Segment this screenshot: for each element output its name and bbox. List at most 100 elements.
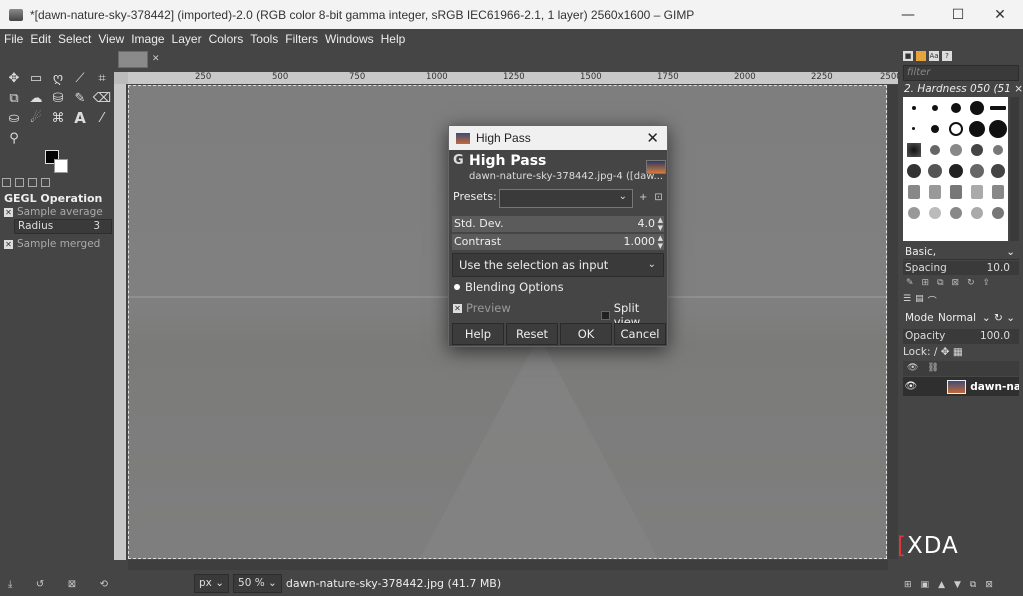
menu-colors[interactable]: Colors [209, 32, 244, 46]
images-tab-icon[interactable] [41, 178, 50, 187]
brush-grid[interactable] [903, 97, 1008, 241]
brush-filter-input[interactable]: filter [903, 65, 1019, 81]
input-source-select[interactable]: Use the selection as input ⌄ [452, 253, 664, 277]
menu-edit[interactable]: Edit [30, 32, 51, 46]
new-layer-icon[interactable]: ⊞ [904, 580, 912, 590]
menu-file[interactable]: File [4, 32, 23, 46]
new-brush-icon[interactable]: ⊞ [922, 278, 930, 288]
reset-button[interactable]: Reset [506, 323, 558, 345]
zoom-tool-icon[interactable]: ⚲ [3, 128, 25, 148]
dialog-titlebar[interactable]: High Pass ✕ [449, 126, 667, 150]
device-status-tab-icon[interactable] [15, 178, 24, 187]
zoom-select[interactable]: 50 % ⌄ [233, 574, 282, 593]
fg-bg-colors[interactable] [45, 150, 71, 176]
opacity-field[interactable]: Opacity 100.0 [903, 329, 1019, 344]
lock-alpha-icon[interactable]: ▦ [953, 346, 963, 358]
refresh-brush-icon[interactable]: ↻ [967, 278, 975, 288]
path-tool-icon[interactable]: ⌘ [47, 108, 69, 128]
help-icon[interactable]: ? [942, 51, 952, 61]
restore-icon[interactable]: ↺ [36, 579, 44, 590]
cancel-button[interactable]: Cancel [614, 323, 666, 345]
delete-brush-icon[interactable]: ⊠ [952, 278, 960, 288]
layers-tab-icon[interactable]: ☰ [903, 294, 911, 307]
eraser-tool-icon[interactable]: ⌫ [91, 88, 113, 108]
brushes-tab-icon[interactable]: ■ [903, 51, 913, 61]
preset-menu-icon[interactable]: ⊡ [654, 192, 662, 203]
contrast-spin[interactable]: Contrast 1.000 ▲ ▼ [452, 234, 664, 250]
preview-checkbox[interactable]: ✕ Preview [453, 301, 511, 315]
presets-select[interactable]: ⌄ [499, 189, 633, 208]
channels-tab-icon[interactable]: ▤ [915, 294, 924, 307]
move-tool-icon[interactable]: ✥ [3, 68, 25, 88]
layer-mode-select[interactable]: Mode Normal ⌄ ↻ ⌄ [903, 309, 1019, 327]
duplicate-layer-icon[interactable]: ⧉ [970, 580, 976, 590]
checkbox-icon[interactable] [601, 310, 610, 320]
sample-merged-option[interactable]: ✕ Sample merged [4, 238, 100, 250]
help-button[interactable]: Help [452, 323, 504, 345]
warp-tool-icon[interactable]: ☁ [25, 88, 47, 108]
menu-layer[interactable]: Layer [172, 32, 202, 46]
clone-tool-icon[interactable]: ⛀ [3, 108, 25, 128]
checkbox-icon[interactable]: ✕ [4, 207, 13, 217]
edit-brush-icon[interactable]: ✎ [906, 278, 914, 288]
lock-position-icon[interactable]: ✥ [941, 346, 950, 358]
brush-scrollbar[interactable] [1010, 97, 1019, 241]
spin-arrows-icon[interactable]: ▲ ▼ [658, 234, 663, 250]
ok-button[interactable]: OK [560, 323, 612, 345]
transform-tool-icon[interactable]: ⧉ [3, 88, 25, 108]
raise-layer-icon[interactable]: ▲ [938, 580, 945, 590]
image-tab-close-icon[interactable]: ✕ [152, 54, 160, 64]
free-select-tool-icon[interactable]: ღ [47, 68, 69, 88]
undo-history-tab-icon[interactable] [28, 178, 37, 187]
menu-select[interactable]: Select [58, 32, 91, 46]
sample-average-option[interactable]: ✕ Sample average [4, 206, 103, 218]
menu-image[interactable]: Image [131, 32, 164, 46]
menu-filters[interactable]: Filters [285, 32, 318, 46]
dialog-close-icon[interactable]: ✕ [646, 129, 659, 147]
rect-select-tool-icon[interactable]: ▭ [25, 68, 47, 88]
menu-windows[interactable]: Windows [325, 32, 374, 46]
text-tool-icon[interactable]: A [69, 108, 91, 128]
spin-arrows-icon[interactable]: ▲ ▼ [658, 216, 663, 232]
close-button[interactable]: ✕ [977, 0, 1023, 29]
paintbrush-tool-icon[interactable]: ✎ [69, 88, 91, 108]
paths-tab-icon[interactable]: ⌒ [928, 294, 937, 307]
lock-pixels-icon[interactable]: ∕ [934, 346, 941, 358]
brush-tag-select[interactable]: Basic, ⌄ [903, 244, 1019, 260]
spacing-field[interactable]: Spacing 10.0 [903, 261, 1019, 275]
vertical-scrollbar[interactable] [888, 85, 898, 559]
add-preset-icon[interactable]: + [639, 192, 647, 203]
smudge-tool-icon[interactable]: ☄ [25, 108, 47, 128]
reset-icon[interactable]: ⟲ [100, 579, 108, 590]
horizontal-scrollbar[interactable] [128, 560, 888, 570]
fonts-tab-icon[interactable]: Aa [929, 51, 939, 61]
delete-layer-icon[interactable]: ⊠ [985, 580, 993, 590]
maximize-button[interactable]: ☐ [935, 0, 981, 29]
unit-select[interactable]: px ⌄ [194, 574, 230, 593]
open-brush-icon[interactable]: ⇪ [983, 278, 991, 288]
color-picker-tool-icon[interactable]: ⁄ [91, 108, 113, 128]
checkbox-icon[interactable]: ✕ [453, 303, 462, 313]
delete-icon[interactable]: ⊠ [68, 579, 76, 590]
tool-options-tab-icon[interactable] [2, 178, 11, 187]
new-group-icon[interactable]: ▣ [921, 580, 930, 590]
minimize-button[interactable]: — [885, 0, 931, 29]
lower-layer-icon[interactable]: ▼ [954, 580, 961, 590]
crop-tool-icon[interactable]: ⌗ [91, 68, 113, 88]
save-preset-icon[interactable]: ⤓ [8, 579, 12, 590]
image-tab[interactable] [118, 51, 148, 68]
background-color[interactable] [54, 159, 68, 173]
layer-visibility-icon[interactable]: 👁 [903, 381, 919, 392]
fuzzy-select-tool-icon[interactable]: ⟋ [69, 68, 91, 88]
blending-options-expander[interactable]: Blending Options [454, 280, 564, 294]
menu-view[interactable]: View [98, 32, 124, 46]
menu-tools[interactable]: Tools [250, 32, 278, 46]
checkbox-icon[interactable]: ✕ [4, 239, 13, 249]
radius-field[interactable]: Radius 3 [14, 219, 112, 234]
ruler-corner[interactable] [114, 72, 128, 84]
patterns-tab-icon[interactable] [916, 51, 926, 61]
bucket-fill-tool-icon[interactable]: ⛁ [47, 88, 69, 108]
duplicate-brush-icon[interactable]: ⧉ [937, 278, 943, 288]
std-dev-spin[interactable]: Std. Dev. 4.0 ▲ ▼ [452, 216, 664, 232]
layer-row[interactable]: 👁 dawn-nat [903, 377, 1019, 396]
